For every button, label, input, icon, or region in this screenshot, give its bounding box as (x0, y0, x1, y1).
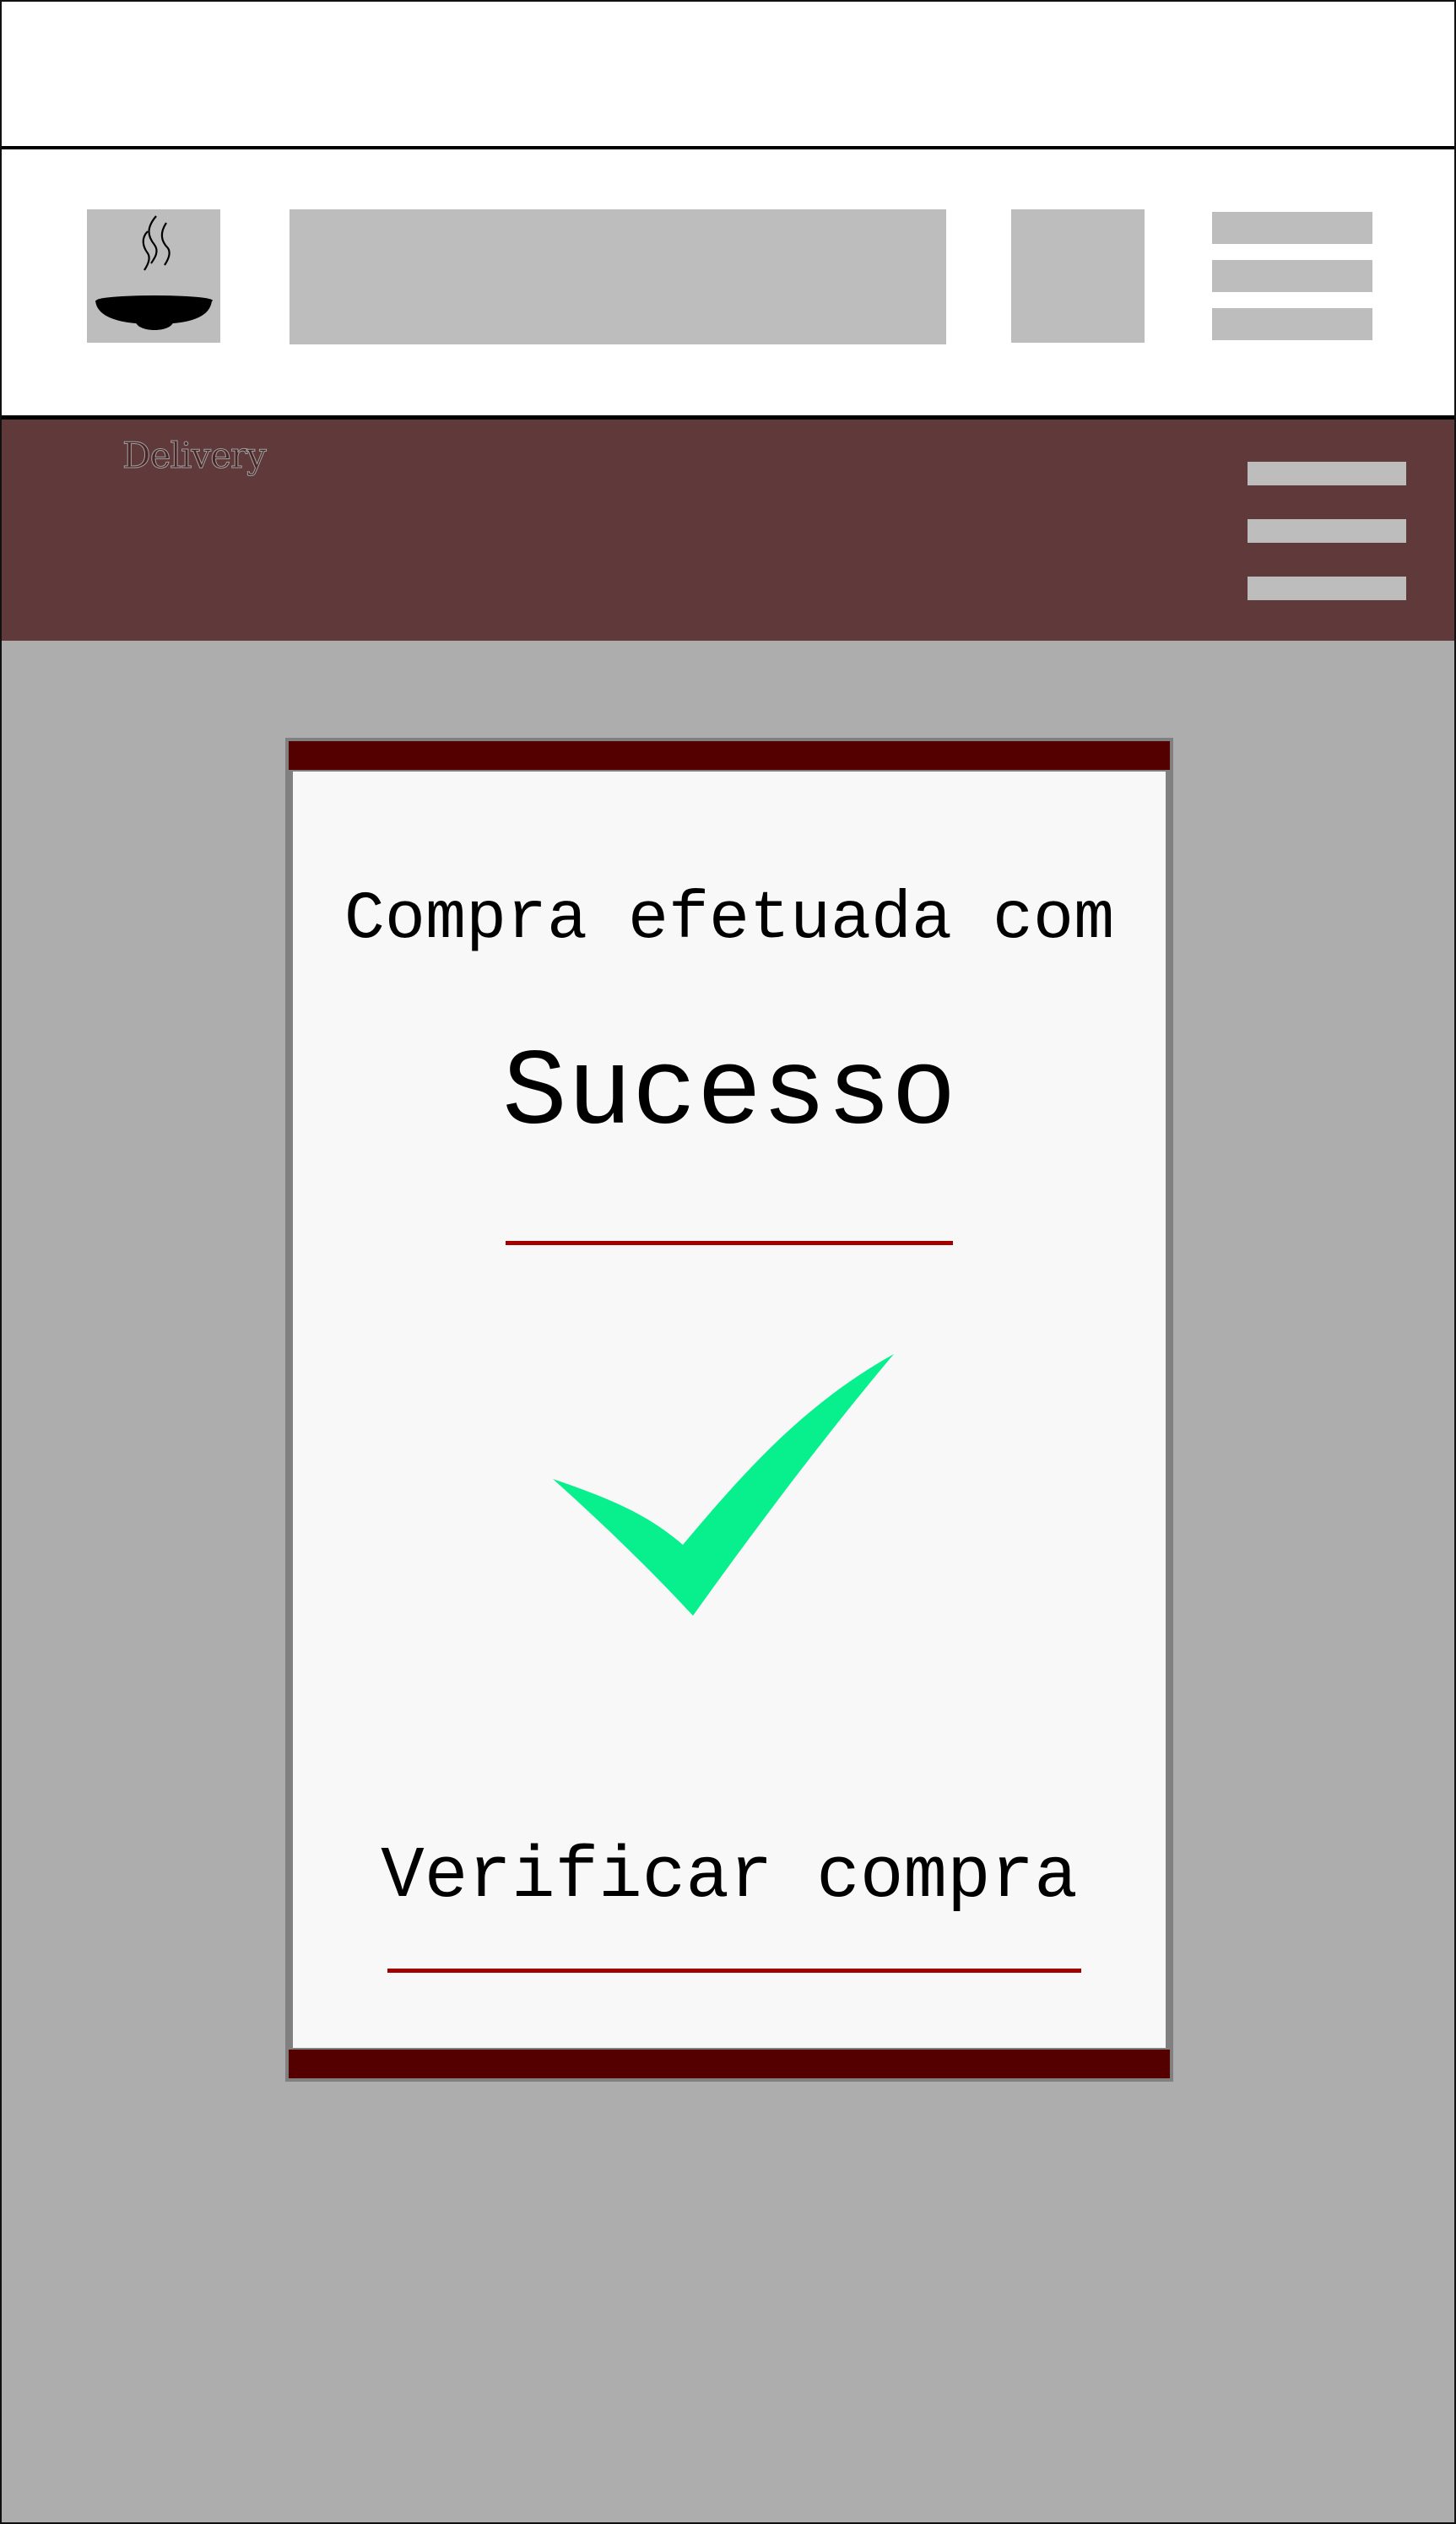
toolbar-button[interactable] (1011, 209, 1145, 343)
menu-bar (1212, 212, 1372, 244)
hamburger-menu-icon[interactable] (1248, 462, 1406, 607)
hamburger-menu-icon[interactable] (1212, 212, 1372, 340)
menu-bar (1248, 462, 1406, 485)
app-frame: Delivery Compra efetuada com Sucesso Ver… (0, 0, 1456, 2524)
link-underline (387, 1969, 1081, 1973)
menu-bar (1212, 308, 1372, 340)
success-modal: Compra efetuada com Sucesso Verificar co… (285, 738, 1173, 2082)
brand-logo[interactable]: Delivery (122, 435, 268, 477)
site-header: Delivery (2, 420, 1454, 641)
address-bar[interactable] (290, 209, 946, 344)
logo[interactable] (87, 209, 220, 343)
steaming-bowl-icon (95, 215, 213, 330)
success-message: Compra efetuada com (344, 881, 1115, 958)
modal-bottom-bar (289, 2050, 1170, 2078)
verify-purchase-link[interactable]: Verificar compra (293, 1835, 1166, 1918)
browser-title-bar (2, 2, 1454, 149)
modal-body: Compra efetuada com Sucesso Verificar co… (293, 772, 1166, 2048)
menu-bar (1248, 519, 1406, 543)
browser-toolbar (2, 149, 1454, 420)
success-title: Sucesso (502, 1033, 956, 1156)
menu-bar (1212, 260, 1372, 292)
divider (506, 1241, 953, 1245)
checkmark-icon (553, 1354, 899, 1624)
modal-top-bar (289, 741, 1170, 770)
menu-bar (1248, 577, 1406, 600)
